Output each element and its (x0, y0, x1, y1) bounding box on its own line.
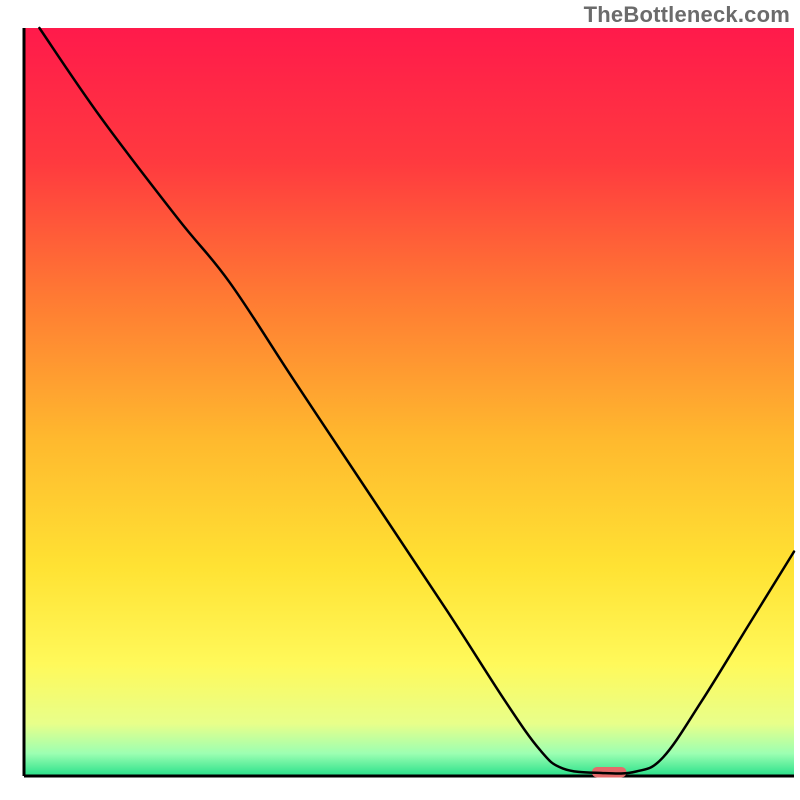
watermark-text: TheBottleneck.com (584, 2, 790, 28)
chart-background (24, 28, 794, 776)
chart-container: TheBottleneck.com (0, 0, 800, 800)
bottleneck-chart (0, 0, 800, 800)
